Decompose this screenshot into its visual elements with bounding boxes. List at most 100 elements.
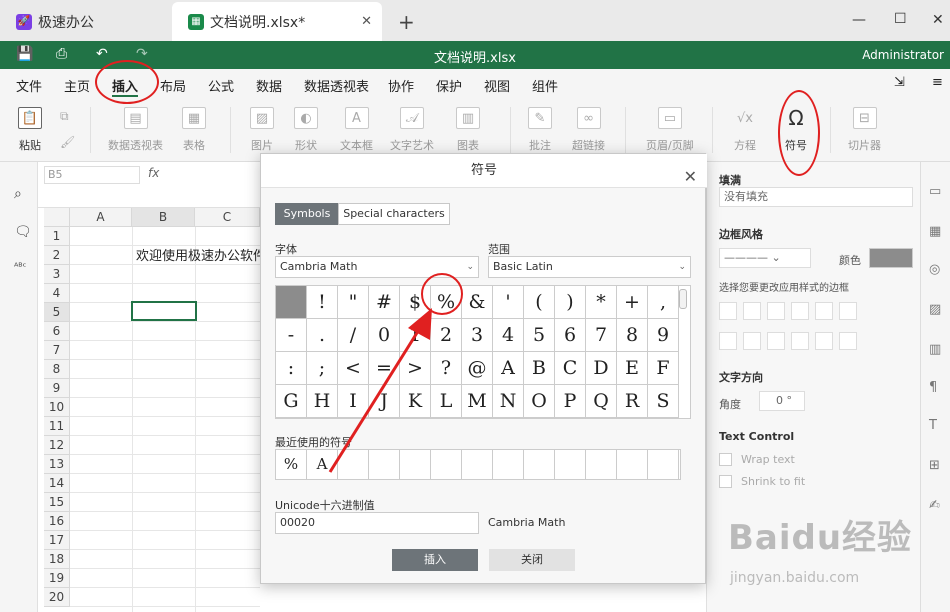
symbol-cell[interactable]: 3 <box>462 319 493 352</box>
recent-symbol-cell[interactable] <box>462 450 493 479</box>
tab-special-characters[interactable]: Special characters <box>338 203 450 225</box>
column-header[interactable]: C <box>195 208 260 227</box>
search-icon[interactable]: ⌕ <box>14 186 22 202</box>
table-button[interactable]: ▦ 表格 <box>182 107 206 153</box>
symbol-cell[interactable]: 4 <box>493 319 524 352</box>
row-header[interactable]: 14 <box>44 474 70 493</box>
border-button[interactable] <box>839 332 857 350</box>
menu-view[interactable]: 视图 <box>484 76 510 95</box>
row-header[interactable]: 16 <box>44 512 70 531</box>
symbol-cell[interactable]: O <box>524 385 555 418</box>
image-button[interactable]: ▨ 图片 <box>250 107 274 153</box>
symbol-cell[interactable]: 5 <box>524 319 555 352</box>
paste-button[interactable]: 📋 粘贴 <box>18 107 42 153</box>
textart-button[interactable]: 𝒜 文字艺术 <box>390 107 434 153</box>
paragraph-icon[interactable]: ¶ <box>929 380 937 395</box>
row-header[interactable]: 15 <box>44 493 70 512</box>
symbol-cell[interactable]: & <box>462 286 493 319</box>
symbol-cell[interactable]: S <box>648 385 679 418</box>
row-header[interactable]: 11 <box>44 417 70 436</box>
user-name[interactable]: Administrator <box>862 48 944 62</box>
menu-formula[interactable]: 公式 <box>208 76 234 95</box>
symbol-cell[interactable]: ' <box>493 286 524 319</box>
close-button[interactable]: 关闭 <box>489 549 575 571</box>
image-settings-icon[interactable]: ▨ <box>929 302 941 317</box>
tab-document[interactable]: ▦ 文档说明.xlsx* ✕ <box>172 2 382 41</box>
maximize-icon[interactable]: ☐ <box>894 11 907 27</box>
menu-file[interactable]: 文件 <box>16 76 42 95</box>
border-button[interactable] <box>791 332 809 350</box>
menu-protect[interactable]: 保护 <box>436 76 462 95</box>
equation-button[interactable]: √x 方程 <box>733 107 757 153</box>
border-color-picker[interactable] <box>869 248 913 268</box>
textart-settings-icon[interactable]: T <box>929 418 937 433</box>
name-box[interactable]: B5 <box>44 166 140 184</box>
redo-icon[interactable]: ↷ <box>136 46 148 62</box>
row-header[interactable]: 12 <box>44 436 70 455</box>
border-button[interactable] <box>791 302 809 320</box>
add-tab-icon[interactable]: + <box>398 10 415 34</box>
symbol-cell[interactable]: , <box>648 286 679 319</box>
column-header[interactable]: B <box>132 208 195 227</box>
border-button[interactable] <box>743 302 761 320</box>
open-location-icon[interactable]: ⇲ <box>894 75 905 90</box>
border-button[interactable] <box>767 332 785 350</box>
shape-settings-icon[interactable]: ◎ <box>929 262 940 277</box>
border-button[interactable] <box>767 302 785 320</box>
symbol-cell[interactable]: P <box>555 385 586 418</box>
tab-symbols[interactable]: Symbols <box>275 203 339 225</box>
format-painter-icon[interactable]: 🖌 <box>60 135 75 149</box>
border-style-select[interactable]: ———— ⌄ <box>719 248 811 268</box>
menu-home[interactable]: 主页 <box>64 76 90 95</box>
row-header[interactable]: 4 <box>44 284 70 303</box>
recent-symbol-cell[interactable] <box>555 450 586 479</box>
symbol-cell[interactable]: * <box>586 286 617 319</box>
angle-input[interactable]: 0 ° <box>759 391 805 411</box>
row-header[interactable]: 19 <box>44 569 70 588</box>
symbol-cell[interactable]: + <box>617 286 648 319</box>
row-header[interactable]: 17 <box>44 531 70 550</box>
row-header[interactable]: 3 <box>44 265 70 284</box>
symbol-cell[interactable]: M <box>462 385 493 418</box>
fill-select[interactable]: 没有填充 <box>719 187 913 207</box>
row-header[interactable]: 10 <box>44 398 70 417</box>
symbol-cell[interactable]: 7 <box>586 319 617 352</box>
signature-icon[interactable]: ✍ <box>929 498 940 513</box>
header-footer-button[interactable]: ▭ 页眉/页脚 <box>646 107 694 153</box>
symbol-cell[interactable]: A <box>493 352 524 385</box>
recent-symbol-cell[interactable] <box>648 450 679 479</box>
row-header[interactable]: 13 <box>44 455 70 474</box>
border-button[interactable] <box>815 332 833 350</box>
symbol-cell[interactable]: G <box>276 385 307 418</box>
range-select[interactable]: Basic Latin ⌄ <box>488 256 691 278</box>
recent-symbol-cell[interactable] <box>493 450 524 479</box>
border-button[interactable] <box>815 302 833 320</box>
hyperlink-button[interactable]: ∞ 超链接 <box>572 107 605 153</box>
symbol-cell[interactable]: 8 <box>617 319 648 352</box>
print-icon[interactable]: ⎙ <box>56 46 67 62</box>
tab-home[interactable]: 🚀 极速办公 <box>0 2 165 41</box>
symbol-cell[interactable]: Q <box>586 385 617 418</box>
recent-symbol-cell[interactable] <box>617 450 648 479</box>
dialog-close-icon[interactable]: ✕ <box>684 160 697 193</box>
table-settings-icon[interactable]: ▦ <box>929 224 941 239</box>
row-header[interactable]: 7 <box>44 341 70 360</box>
comment-button[interactable]: ✎ 批注 <box>528 107 552 153</box>
symbol-cell[interactable]: ( <box>524 286 555 319</box>
spellcheck-icon[interactable]: ᴬᴮᶜ <box>14 262 26 273</box>
border-button[interactable] <box>743 332 761 350</box>
close-icon[interactable]: ✕ <box>361 14 372 29</box>
select-all-corner[interactable] <box>44 208 70 227</box>
symbol-cell[interactable] <box>276 286 307 319</box>
symbol-cell[interactable]: : <box>276 352 307 385</box>
symbol-cell[interactable]: @ <box>462 352 493 385</box>
pivot-table-button[interactable]: ▤ 数据透视表 <box>108 107 163 153</box>
shape-button[interactable]: ◐ 形状 <box>294 107 318 153</box>
row-header[interactable]: 1 <box>44 227 70 246</box>
row-header[interactable]: 9 <box>44 379 70 398</box>
scrollbar-thumb[interactable] <box>679 289 687 309</box>
selected-cell[interactable] <box>131 301 197 321</box>
symbol-cell[interactable]: - <box>276 319 307 352</box>
symbol-cell[interactable]: 6 <box>555 319 586 352</box>
menu-data[interactable]: 数据 <box>256 76 282 95</box>
